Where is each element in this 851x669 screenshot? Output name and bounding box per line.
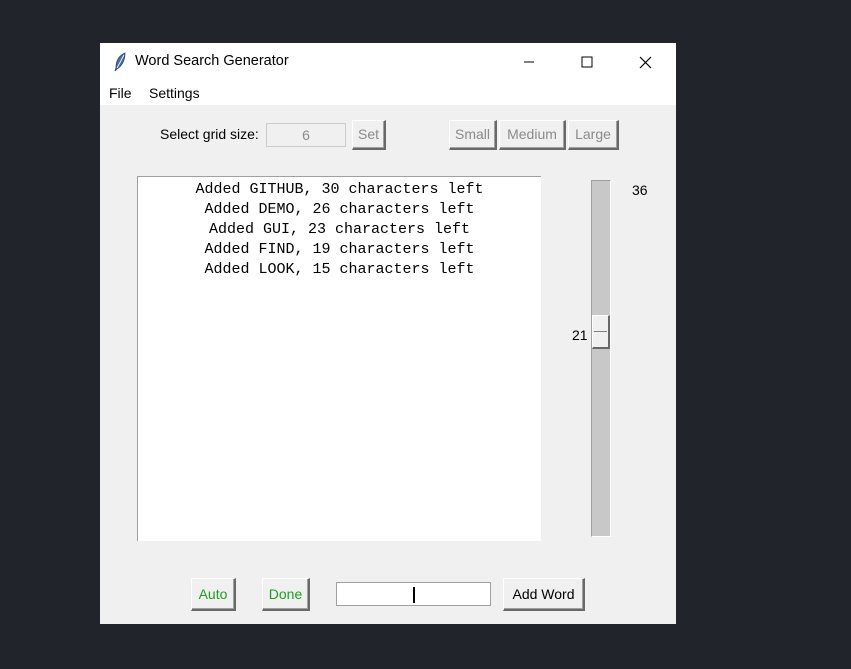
word-count-slider[interactable] [591,180,611,537]
grid-size-label: Select grid size: [160,126,259,142]
menu-bar: File Settings [100,81,676,105]
medium-button[interactable]: Medium [499,120,566,150]
log-line: Added GUI, 23 characters left [208,221,471,238]
slider-thumb[interactable] [592,315,610,349]
done-button[interactable]: Done [262,578,310,611]
minimize-icon [524,61,534,63]
scale-max-label: 36 [632,182,648,198]
feather-icon [112,52,128,72]
maximize-icon [581,56,593,68]
log-line: Added DEMO, 26 characters left [204,201,475,218]
title-bar[interactable]: Word Search Generator [100,43,676,81]
app-window: Word Search Generator File Settings Sele… [100,43,676,624]
text-caret [413,587,415,603]
set-button[interactable]: Set [352,120,386,150]
minimize-button[interactable] [500,43,558,81]
log-textbox[interactable]: Added GITHUB, 30 characters left Added D… [137,176,541,541]
auto-button[interactable]: Auto [191,578,236,611]
close-button[interactable] [616,43,674,81]
log-line: Added GITHUB, 30 characters left [195,181,484,198]
word-input[interactable] [336,582,491,606]
log-line: Added FIND, 19 characters left [204,241,475,258]
menu-file[interactable]: File [109,85,132,101]
close-icon [639,56,651,68]
menu-settings[interactable]: Settings [149,85,200,101]
add-word-button[interactable]: Add Word [503,578,585,611]
maximize-button[interactable] [558,43,616,81]
window-title: Word Search Generator [135,53,289,69]
grid-size-input[interactable]: 6 [266,123,346,147]
scale-value-label: 21 [572,327,588,343]
small-button[interactable]: Small [449,120,497,150]
large-button[interactable]: Large [568,120,619,150]
log-line: Added LOOK, 15 characters left [204,261,475,278]
